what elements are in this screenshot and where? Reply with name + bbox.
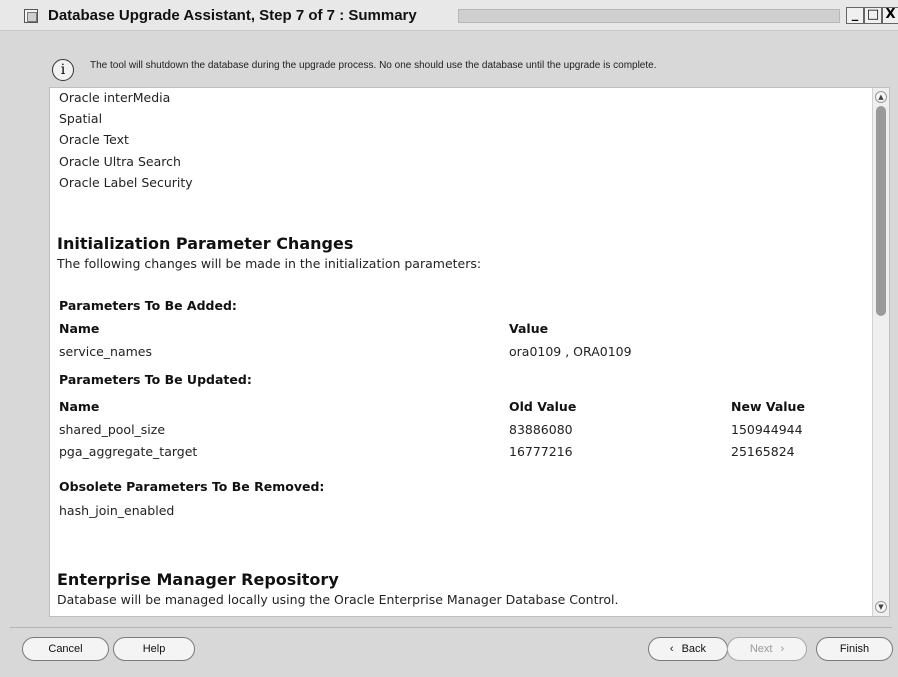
em-description: Database will be managed locally using t…: [57, 592, 619, 607]
param-old-value: 16777216: [509, 444, 573, 459]
title-bar-fill: [458, 9, 840, 23]
summary-content: Oracle interMedia Spatial Oracle Text Or…: [50, 88, 871, 616]
app-window-icon[interactable]: [24, 9, 38, 23]
scrollbar-thumb[interactable]: [876, 106, 886, 316]
scroll-down-icon[interactable]: ▼: [875, 601, 887, 613]
param-name: shared_pool_size: [59, 422, 166, 437]
component-item: Oracle interMedia: [59, 90, 171, 105]
help-button[interactable]: Help: [113, 637, 195, 661]
help-label: Help: [142, 643, 166, 655]
footer-separator: [10, 627, 892, 628]
scroll-up-icon[interactable]: ▲: [875, 91, 887, 103]
params-removed-heading: Obsolete Parameters To Be Removed:: [59, 479, 325, 494]
init-params-description: The following changes will be made in th…: [57, 256, 482, 271]
finish-button[interactable]: Finish: [816, 637, 893, 661]
window-title: Database Upgrade Assistant, Step 7 of 7 …: [48, 7, 417, 24]
column-header-value: Value: [509, 321, 549, 336]
next-button[interactable]: Next ›: [727, 637, 807, 661]
back-chevron-icon: ‹: [669, 643, 674, 655]
summary-scroll-pane[interactable]: Oracle interMedia Spatial Oracle Text Or…: [49, 87, 890, 617]
param-new-value: 150944944: [731, 422, 803, 437]
component-item: Oracle Text: [59, 132, 129, 147]
cancel-label: Cancel: [48, 643, 83, 655]
column-header-name: Name: [59, 399, 100, 414]
component-item: Oracle Ultra Search: [59, 154, 181, 169]
params-added-heading: Parameters To Be Added:: [59, 298, 237, 313]
column-header-old-value: Old Value: [509, 399, 577, 414]
finish-label: Finish: [839, 643, 870, 655]
param-value: ora0109 , ORA0109: [509, 344, 632, 359]
info-message: The tool will shutdown the database duri…: [90, 60, 657, 71]
back-button[interactable]: ‹ Back: [648, 637, 728, 661]
component-item: Spatial: [59, 111, 103, 126]
cancel-button[interactable]: Cancel: [22, 637, 109, 661]
next-chevron-icon: ›: [780, 643, 785, 655]
init-params-heading: Initialization Parameter Changes: [57, 234, 354, 253]
column-header-name: Name: [59, 321, 100, 336]
param-name: service_names: [59, 344, 152, 359]
close-button[interactable]: X: [882, 7, 898, 24]
param-name: hash_join_enabled: [59, 503, 175, 518]
maximize-button[interactable]: □: [864, 7, 882, 24]
em-heading: Enterprise Manager Repository: [57, 570, 339, 589]
param-old-value: 83886080: [509, 422, 573, 437]
info-icon: i: [52, 59, 74, 81]
vertical-scrollbar[interactable]: ▲ ▼: [872, 88, 889, 616]
param-name: pga_aggregate_target: [59, 444, 198, 459]
title-bar: Database Upgrade Assistant, Step 7 of 7 …: [0, 0, 898, 31]
column-header-new-value: New Value: [731, 399, 805, 414]
minimize-button[interactable]: _: [846, 7, 864, 24]
next-label: Next: [749, 643, 773, 655]
component-item: Oracle Label Security: [59, 175, 193, 190]
param-new-value: 25165824: [731, 444, 795, 459]
params-updated-heading: Parameters To Be Updated:: [59, 372, 252, 387]
back-label: Back: [681, 643, 707, 655]
